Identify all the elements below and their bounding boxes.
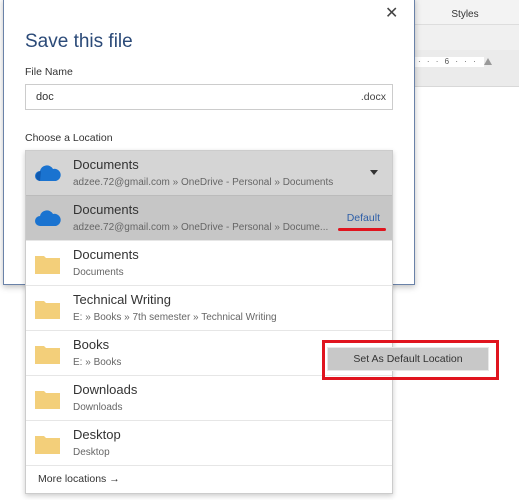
more-locations-link[interactable]: More locations → bbox=[38, 473, 120, 485]
location-path: E: » Books » 7th semester » Technical Wr… bbox=[73, 312, 277, 323]
set-as-default-location-button[interactable]: Set As Default Location bbox=[327, 347, 489, 371]
location-title: Technical Writing bbox=[73, 292, 172, 307]
location-item-desktop[interactable]: Desktop Desktop bbox=[26, 421, 392, 466]
location-path: Downloads bbox=[73, 402, 123, 413]
red-underline-annotation bbox=[338, 228, 386, 231]
location-path: Desktop bbox=[73, 447, 110, 458]
default-badge: Default bbox=[346, 212, 380, 224]
ruler-scale: · · · 6 · · · bbox=[414, 57, 484, 67]
selected-title: Documents bbox=[73, 157, 139, 172]
selected-path: adzee.72@gmail.com » OneDrive - Personal… bbox=[73, 177, 334, 188]
location-title: Documents bbox=[73, 247, 139, 262]
folder-icon bbox=[35, 256, 60, 274]
file-name-input[interactable]: doc .docx bbox=[25, 84, 393, 110]
file-name-label: File Name bbox=[25, 66, 73, 78]
ribbon-band bbox=[414, 25, 519, 50]
location-item-onedrive-documents[interactable]: Documents adzee.72@gmail.com » OneDrive … bbox=[26, 196, 392, 241]
file-name-value: doc bbox=[36, 91, 54, 103]
location-select[interactable]: Documents adzee.72@gmail.com » OneDrive … bbox=[26, 151, 392, 196]
location-item-technical-writing[interactable]: Technical Writing E: » Books » 7th semes… bbox=[26, 286, 392, 331]
location-title: Desktop bbox=[73, 427, 121, 442]
indent-marker[interactable] bbox=[484, 58, 492, 65]
location-title: Downloads bbox=[73, 382, 138, 397]
chevron-down-icon[interactable] bbox=[370, 170, 378, 175]
dialog-title: Save this file bbox=[25, 31, 133, 52]
folder-icon bbox=[35, 346, 60, 364]
location-label: Choose a Location bbox=[25, 132, 113, 144]
location-dropdown: Documents adzee.72@gmail.com » OneDrive … bbox=[25, 150, 393, 494]
onedrive-cloud-icon bbox=[35, 165, 61, 181]
location-title: Books bbox=[73, 337, 110, 352]
location-title: Documents bbox=[73, 202, 139, 217]
location-path: adzee.72@gmail.com » OneDrive - Personal… bbox=[73, 222, 329, 233]
location-item-documents[interactable]: Documents Documents bbox=[26, 241, 392, 286]
ruler: · · · 6 · · · bbox=[414, 50, 519, 87]
file-extension: .docx bbox=[360, 91, 386, 103]
location-item-downloads[interactable]: Downloads Downloads bbox=[26, 376, 392, 421]
close-icon[interactable]: ✕ bbox=[385, 3, 398, 23]
folder-icon bbox=[35, 436, 60, 454]
folder-icon bbox=[35, 301, 60, 319]
location-path: Documents bbox=[73, 267, 124, 278]
location-path: E: » Books bbox=[73, 357, 122, 368]
folder-icon bbox=[35, 391, 60, 409]
styles-group-label[interactable]: Styles bbox=[440, 9, 490, 20]
onedrive-cloud-icon bbox=[35, 210, 61, 226]
